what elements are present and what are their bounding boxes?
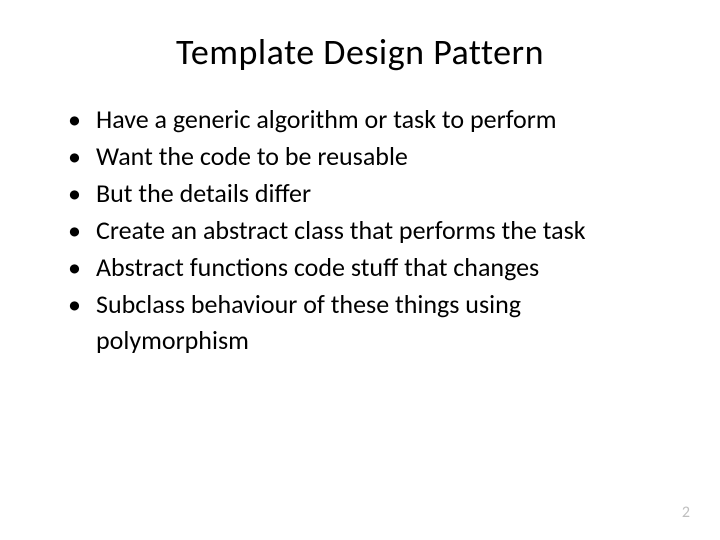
list-item: Create an abstract class that performs t… (78, 213, 670, 248)
list-item: Subclass behaviour of these things using… (78, 287, 670, 357)
bullet-list: Have a generic algorithm or task to perf… (50, 102, 670, 358)
list-item: Have a generic algorithm or task to perf… (78, 102, 670, 137)
page-number: 2 (682, 503, 690, 522)
slide: Template Design Pattern Have a generic a… (0, 0, 720, 540)
list-item: Want the code to be reusable (78, 139, 670, 174)
list-item: Abstract functions code stuff that chang… (78, 250, 670, 285)
slide-title: Template Design Pattern (50, 30, 670, 74)
list-item: But the details differ (78, 176, 670, 211)
